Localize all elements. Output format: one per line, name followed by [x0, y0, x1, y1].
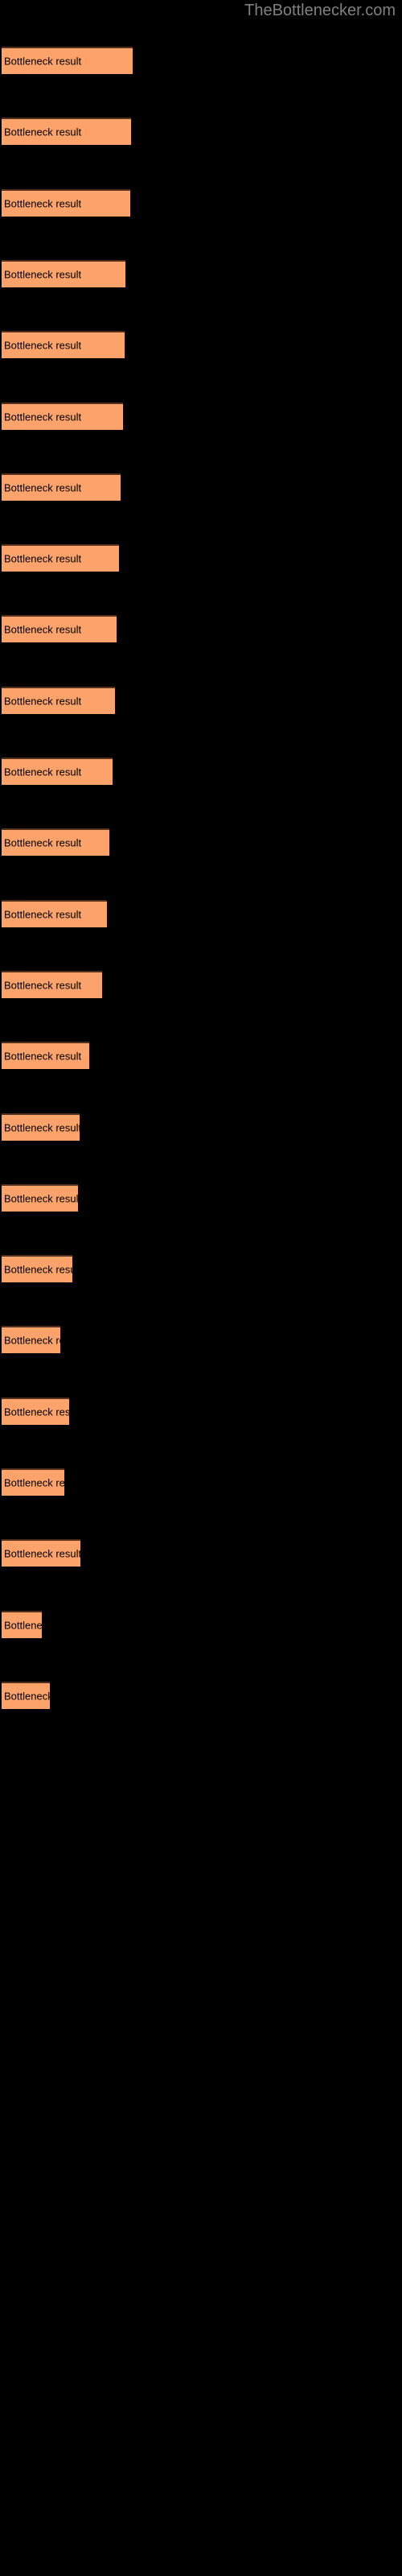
bar-label: Bottleneck result	[4, 55, 82, 68]
bar-16: Bottleneck result	[2, 1113, 80, 1141]
bar-21: Bottleneck result	[2, 1468, 64, 1496]
bar-12: Bottleneck result	[2, 828, 109, 857]
bar-label: Bottleneck result	[4, 1263, 72, 1276]
bar-label: Bottleneck result	[4, 1192, 78, 1205]
bar-label: Bottleneck result	[4, 1334, 60, 1347]
bar-label: Bottleneck result	[4, 268, 82, 281]
bar-label: Bottleneck result	[4, 766, 82, 778]
bar-22: Bottleneck result	[2, 1539, 80, 1567]
bar-label: Bottleneck result	[4, 339, 82, 352]
bar-11: Bottleneck result	[2, 758, 113, 785]
bar-18: Bottleneck result	[2, 1255, 72, 1283]
bar-7: Bottleneck result	[2, 473, 121, 501]
bar-label: Bottleneck result	[4, 1406, 69, 1418]
bar-label: Bottleneck result	[4, 552, 82, 565]
bar-label: Bottleneck result	[4, 623, 82, 636]
bar-13: Bottleneck result	[2, 899, 107, 927]
bar-20: Bottleneck result	[2, 1397, 69, 1425]
bar-label: Bottleneck result	[4, 836, 82, 849]
bar-6: Bottleneck result	[2, 402, 123, 430]
bar-4: Bottleneck result	[2, 259, 125, 287]
bar-label: Bottleneck result	[4, 1121, 80, 1133]
bar-23: Bottleneck result	[2, 1610, 42, 1638]
bar-label: Bottleneck result	[4, 1547, 80, 1560]
bar-label: Bottleneck result	[4, 126, 82, 138]
bar-17: Bottleneck result	[2, 1183, 78, 1212]
bar-label: Bottleneck result	[4, 908, 82, 921]
bar-label: Bottleneck result	[4, 481, 82, 494]
bar-label: Bottleneck result	[4, 1476, 64, 1489]
bar-2: Bottleneck result	[2, 118, 131, 146]
bar-label: Bottleneck result	[4, 695, 82, 708]
bar-9: Bottleneck result	[2, 615, 117, 643]
bar-chart: Bottleneck result Bottleneck result Bottle…	[0, 0, 402, 2576]
bar-3: Bottleneck result	[2, 188, 130, 217]
bar-label: Bottleneck result	[4, 1050, 82, 1063]
bar-10: Bottleneck result	[2, 686, 115, 714]
bar-19: Bottleneck result	[2, 1326, 60, 1354]
bar-24: Bottleneck result	[2, 1681, 50, 1709]
bar-8: Bottleneck result	[2, 544, 119, 572]
bar-1: Bottleneck result	[2, 47, 133, 74]
bar-label: Bottleneck result	[4, 1619, 42, 1632]
bar-15: Bottleneck result	[2, 1042, 89, 1070]
bar-label: Bottleneck result	[4, 1690, 50, 1703]
bar-14: Bottleneck result	[2, 970, 102, 998]
chart-page: TheBottlenecker.com Bottleneck result Bot…	[0, 0, 402, 2576]
bar-label: Bottleneck result	[4, 411, 82, 423]
bar-5: Bottleneck result	[2, 331, 125, 359]
bar-label: Bottleneck result	[4, 979, 82, 992]
bar-label: Bottleneck result	[4, 197, 82, 210]
